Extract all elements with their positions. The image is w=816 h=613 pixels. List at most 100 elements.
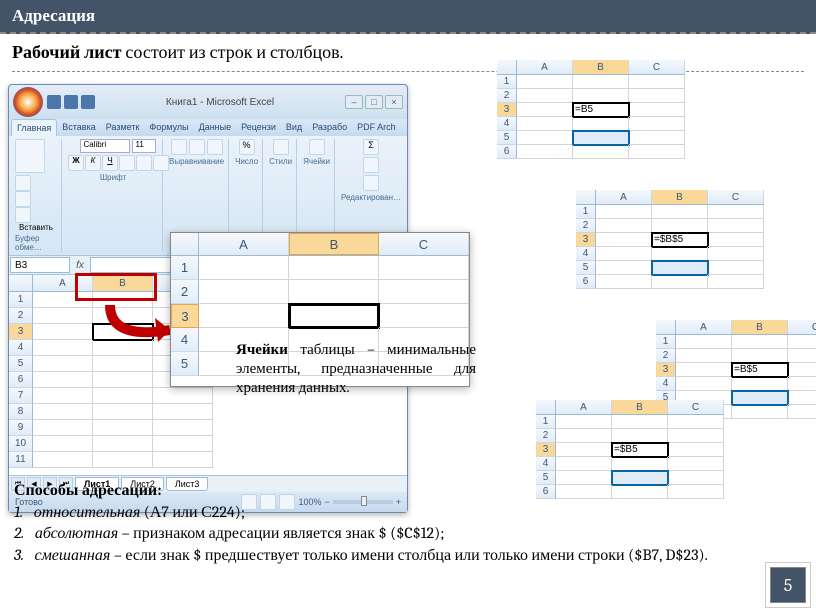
mini-row-header[interactable]: 3 [576,233,596,247]
name-box[interactable]: B3 [10,257,70,273]
cell[interactable] [33,372,93,388]
mini-row-header[interactable]: 4 [656,377,676,391]
zoom-col-c[interactable]: C [379,233,469,255]
percent-icon[interactable]: % [239,139,255,155]
tab-data[interactable]: Данные [194,119,237,136]
minimize-button[interactable]: – [345,95,363,109]
mini-cell[interactable]: =$B$5 [652,233,708,247]
zoom-cell[interactable] [379,256,469,280]
mini-col-header[interactable]: C [788,320,816,334]
fill-color-icon[interactable] [136,155,152,171]
styles-icon[interactable] [273,139,289,155]
align-icon-2[interactable] [189,139,205,155]
mini-cell[interactable] [708,205,764,219]
mini-cell[interactable] [732,377,788,391]
sum-icon[interactable]: Σ [363,139,379,155]
cells-icon[interactable] [309,139,325,155]
mini-row-header[interactable]: 2 [497,89,517,103]
zoom-row-header[interactable]: 4 [171,328,199,352]
mini-row-header[interactable]: 1 [656,335,676,349]
copy-icon[interactable] [15,191,31,207]
zoom-cell[interactable] [289,256,379,280]
cell[interactable] [33,308,93,324]
mini-row-header[interactable]: 1 [497,75,517,89]
mini-cell[interactable] [676,349,732,363]
zoom-cell[interactable] [289,304,379,328]
mini-cell[interactable] [612,457,668,471]
mini-cell[interactable] [708,275,764,289]
cell[interactable] [33,388,93,404]
zoom-cell[interactable] [379,304,469,328]
align-icon[interactable] [171,139,187,155]
mini-cell[interactable] [629,117,685,131]
cell[interactable] [33,436,93,452]
zoom-corner[interactable] [171,233,199,255]
mini-col-header[interactable]: A [596,190,652,204]
mini-cell[interactable] [732,349,788,363]
cell[interactable] [33,404,93,420]
mini-cell[interactable] [612,415,668,429]
align-icon-3[interactable] [207,139,223,155]
mini-row-header[interactable]: 2 [576,219,596,233]
tab-home[interactable]: Главная [11,119,57,136]
mini-cell[interactable] [596,247,652,261]
underline-icon[interactable]: Ч [102,155,118,171]
undo-icon[interactable] [64,95,78,109]
zoom-row-header[interactable]: 2 [171,280,199,304]
cell[interactable] [93,388,153,404]
mini-row-header[interactable]: 1 [576,205,596,219]
mini-cell[interactable] [596,275,652,289]
mini-cell[interactable] [573,131,629,145]
cut-icon[interactable] [15,175,31,191]
mini-col-header[interactable]: B [732,320,788,334]
zoom-col-a[interactable]: A [199,233,289,255]
mini-cell[interactable] [517,131,573,145]
cell[interactable] [153,452,213,468]
mini-row-header[interactable]: 6 [497,145,517,159]
tab-insert[interactable]: Вставка [57,119,100,136]
mini-row-header[interactable]: 2 [536,429,556,443]
mini-cell[interactable] [652,261,708,275]
font-size-select[interactable]: 11 [132,139,156,153]
mini-corner[interactable] [576,190,596,204]
mini-row-header[interactable]: 5 [497,131,517,145]
mini-row-header[interactable]: 3 [497,103,517,117]
mini-cell[interactable] [629,145,685,159]
cell[interactable] [153,404,213,420]
mini-cell[interactable] [517,75,573,89]
mini-cell[interactable] [652,275,708,289]
zoom-cell[interactable] [289,280,379,304]
mini-cell[interactable] [788,335,816,349]
mini-col-header[interactable]: B [652,190,708,204]
fill-icon[interactable] [363,157,379,173]
mini-row-header[interactable]: 4 [536,457,556,471]
mini-cell[interactable] [652,219,708,233]
zoom-cell[interactable] [199,304,289,328]
row-header[interactable]: 1 [9,292,33,308]
row-header[interactable]: 4 [9,340,33,356]
mini-cell[interactable] [556,443,612,457]
mini-cell[interactable] [556,415,612,429]
office-button[interactable] [13,87,43,117]
mini-col-header[interactable]: B [612,400,668,414]
cell[interactable] [93,420,153,436]
mini-row-header[interactable]: 2 [656,349,676,363]
mini-cell[interactable] [629,75,685,89]
cell[interactable] [33,340,93,356]
mini-cell[interactable] [708,219,764,233]
row-header[interactable]: 3 [9,324,33,340]
cell[interactable] [93,372,153,388]
mini-cell[interactable] [668,429,724,443]
mini-cell[interactable] [596,233,652,247]
mini-cell[interactable] [573,89,629,103]
mini-cell[interactable] [708,247,764,261]
mini-cell[interactable] [788,391,816,405]
mini-cell[interactable] [596,205,652,219]
mini-cell[interactable]: =B5 [573,103,629,117]
mini-cell[interactable] [788,349,816,363]
mini-cell[interactable] [668,443,724,457]
mini-col-header[interactable]: C [629,60,685,74]
zoom-row-header[interactable]: 1 [171,256,199,280]
format-painter-icon[interactable] [15,207,31,223]
font-name-select[interactable]: Calibri [80,139,130,153]
